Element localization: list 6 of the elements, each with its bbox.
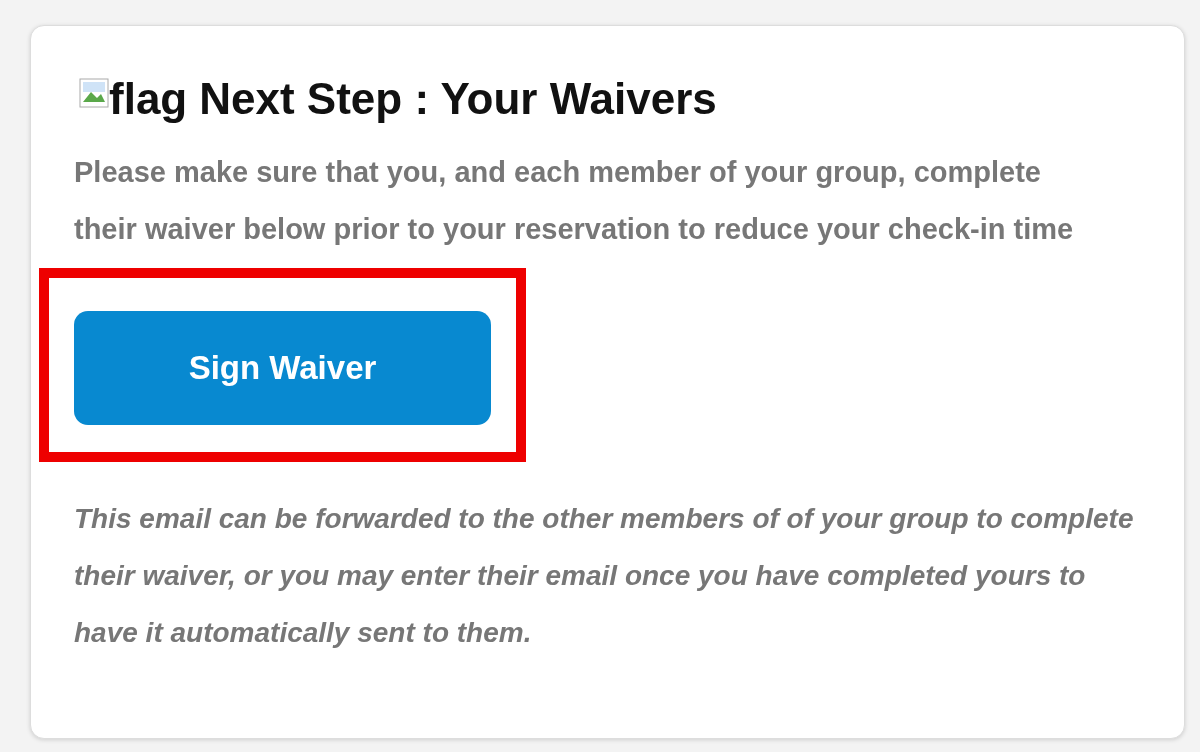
note-text: This email can be forwarded to the other members of of your group to complete their waiver, or you may enter their email once you have completed yours to have it automatically sent to them. [74,502,1135,650]
sign-waiver-button[interactable]: Sign Waiver [74,311,491,425]
broken-image-icon [79,78,109,108]
card-title: Next Step : Your Waivers [199,74,717,124]
intro-text: Please make sure that you, and each member of your group, complete their waiver below prior to your reservation to reduce your check-in time [74,155,1075,247]
image-alt-text: flag [109,74,188,124]
